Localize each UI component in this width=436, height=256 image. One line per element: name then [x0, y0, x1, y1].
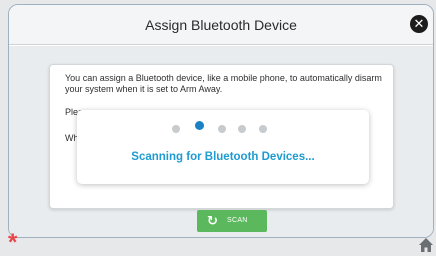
close-icon[interactable]: ✕ [410, 15, 428, 33]
home-icon[interactable] [418, 237, 434, 253]
loading-dot [259, 125, 267, 133]
dialog-header: Assign Bluetooth Device ✕ [9, 5, 433, 45]
loading-indicator [172, 121, 272, 135]
scan-button[interactable]: ↻ SCAN [197, 210, 267, 232]
scan-button-label: SCAN [227, 217, 248, 224]
loading-dot [238, 125, 246, 133]
loading-dot-active [195, 121, 204, 130]
asterisk-icon[interactable]: * [8, 231, 17, 255]
scanning-popup: Scanning for Bluetooth Devices... [77, 110, 369, 184]
scanning-message: Scanning for Bluetooth Devices... [131, 151, 315, 163]
info-paragraph: You can assign a Bluetooth device, like … [65, 73, 382, 94]
refresh-icon: ↻ [207, 213, 218, 228]
loading-dot [218, 125, 226, 133]
footer-bar [0, 238, 436, 255]
loading-dot [172, 125, 180, 133]
dialog-title: Assign Bluetooth Device [145, 17, 297, 33]
